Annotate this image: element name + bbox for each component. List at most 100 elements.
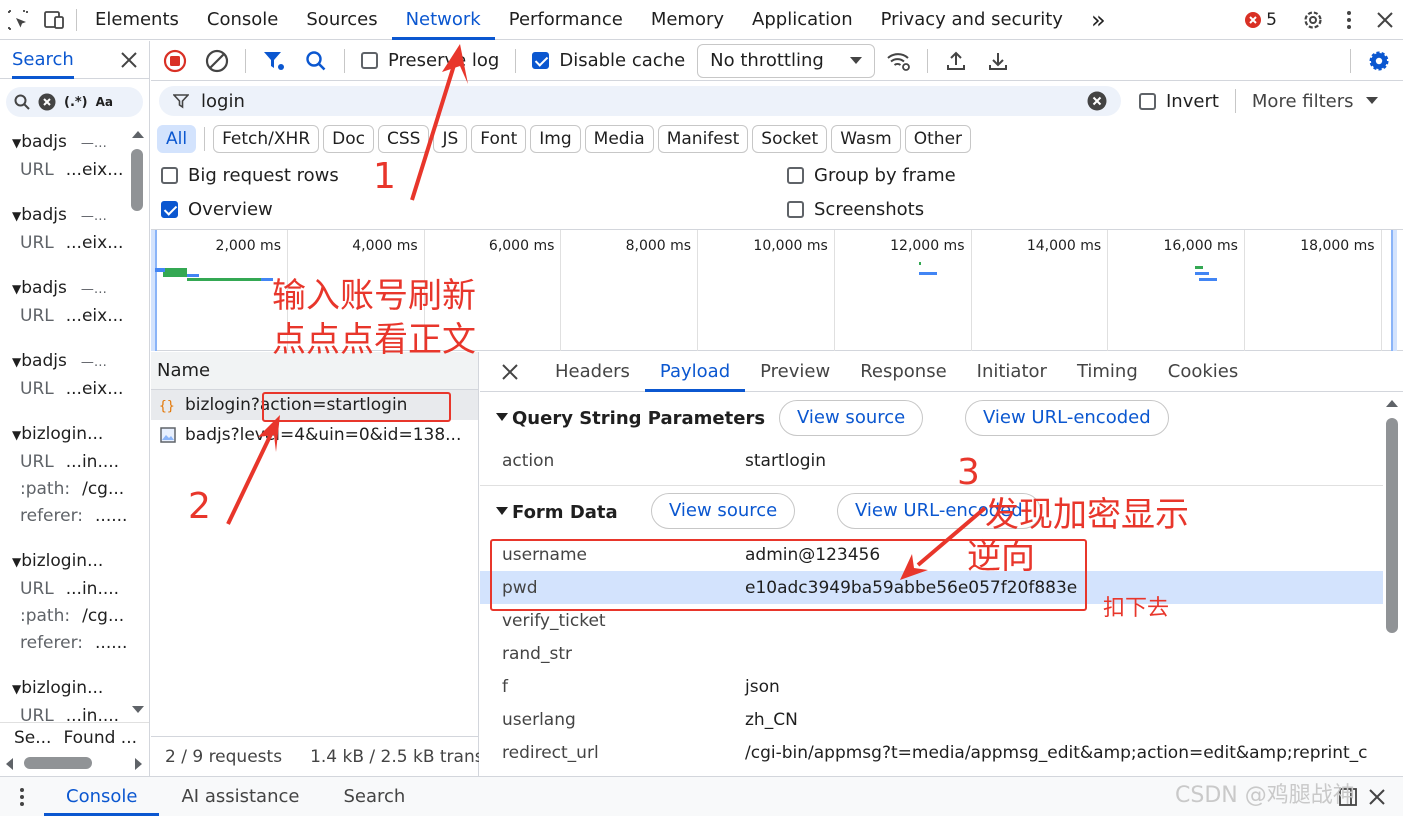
filter-toggle-button[interactable] (256, 43, 292, 79)
drawer-tab-console[interactable]: Console (44, 778, 160, 816)
group-by-frame-checkbox[interactable]: Group by frame (787, 165, 956, 186)
type-filter-css[interactable]: CSS (378, 125, 430, 153)
filter-input[interactable]: login (159, 86, 1121, 116)
type-filter-img[interactable]: Img (530, 125, 581, 153)
overview-checkbox[interactable]: Overview (161, 199, 273, 220)
error-counter[interactable]: 5 (1244, 10, 1277, 30)
search-result-line[interactable]: :path: /cg... (12, 476, 128, 503)
screenshots-checkbox[interactable]: Screenshots (787, 199, 924, 220)
search-result-group[interactable]: ▼bizlogin... URL ...in....:path: /cg... refe… (0, 548, 128, 657)
type-filter-manifest[interactable]: Manifest (657, 125, 749, 153)
search-result-line[interactable]: URL ...in.... (12, 576, 128, 603)
search-input[interactable]: (.*) Aa (6, 87, 143, 117)
search-result-group[interactable]: ▼badjs —… URL ...eix... (0, 275, 128, 330)
search-result-file[interactable]: ▼badjs —… (12, 129, 128, 157)
more-filters-dropdown[interactable]: More filters (1252, 91, 1378, 112)
disable-cache-checkbox[interactable]: Disable cache (526, 50, 691, 71)
detail-tab-cookies[interactable]: Cookies (1153, 352, 1253, 392)
request-row-badjs[interactable]: badjs?level=4&uin=0&id=138... (151, 420, 478, 450)
tab-console[interactable]: Console (193, 0, 292, 40)
big-request-rows-checkbox[interactable]: Big request rows (161, 165, 339, 186)
preserve-log-checkbox[interactable]: Preserve log (355, 50, 505, 71)
drawer-menu-icon[interactable] (0, 787, 44, 807)
form-view-source-button[interactable]: View source (651, 493, 796, 529)
search-result-line[interactable]: URL ...eix... (12, 230, 128, 257)
checkbox[interactable] (1139, 92, 1156, 110)
search-result-line[interactable]: referer:...... (12, 503, 128, 530)
type-filter-all[interactable]: All (157, 125, 197, 153)
type-filter-media[interactable]: Media (584, 125, 654, 153)
search-result-group[interactable]: ▼badjs —… URL ...eix... (0, 129, 128, 184)
search-result-file[interactable]: ▼bizlogin... (12, 421, 128, 449)
network-conditions-button[interactable] (881, 43, 917, 79)
checkbox[interactable] (532, 52, 550, 69)
checkbox[interactable] (787, 201, 804, 218)
inspect-element-icon[interactable] (0, 0, 36, 40)
type-filter-fetchxhr[interactable]: Fetch/XHR (213, 125, 320, 153)
checkbox[interactable] (161, 201, 178, 218)
throttling-select[interactable]: No throttling (697, 43, 876, 78)
query-view-url-encoded-button[interactable]: View URL-encoded (965, 400, 1169, 436)
more-options-icon[interactable] (1331, 0, 1367, 40)
type-filter-font[interactable]: Font (471, 125, 527, 153)
form-param-row[interactable]: rand_str (480, 637, 1383, 670)
tab-performance[interactable]: Performance (495, 0, 637, 40)
search-result-file[interactable]: ▼bizlogin... (12, 548, 128, 576)
tab-network[interactable]: Network (391, 0, 495, 40)
detail-tab-response[interactable]: Response (845, 352, 961, 392)
search-result-line[interactable]: referer:...... (12, 630, 128, 657)
search-button[interactable] (298, 43, 334, 79)
query-view-source-button[interactable]: View source (779, 400, 924, 436)
checkbox[interactable] (161, 167, 178, 184)
search-result-group[interactable]: ▼bizlogin... URL ...in....:path: /cg... refe… (0, 421, 128, 530)
more-tabs-button[interactable]: » (1077, 0, 1120, 40)
tab-memory[interactable]: Memory (637, 0, 738, 40)
search-result-line[interactable]: URL ...in.... (12, 449, 128, 476)
horizontal-scrollbar[interactable] (0, 752, 149, 774)
search-result-file[interactable]: ▼badjs —… (12, 202, 128, 230)
invert-checkbox[interactable]: Invert (1139, 91, 1219, 112)
clear-filter-icon[interactable] (1087, 91, 1107, 111)
search-result-line[interactable]: URL ...eix... (12, 303, 128, 330)
overview-left-handle[interactable] (151, 230, 157, 351)
type-filter-doc[interactable]: Doc (323, 125, 374, 153)
detail-tab-headers[interactable]: Headers (540, 352, 645, 392)
close-detail-button[interactable] (480, 363, 540, 380)
type-filter-other[interactable]: Other (904, 125, 972, 153)
tab-sources[interactable]: Sources (292, 0, 391, 40)
tab-privacy-security[interactable]: Privacy and security (867, 0, 1077, 40)
import-har-button[interactable] (938, 43, 974, 79)
type-filter-js[interactable]: JS (433, 125, 468, 153)
export-har-button[interactable] (980, 43, 1016, 79)
search-result-group[interactable]: ▼badjs —… URL ...eix... (0, 202, 128, 257)
checkbox[interactable] (787, 167, 804, 184)
search-result-group[interactable]: ▼bizlogin... URL ...in.... (0, 675, 128, 729)
search-result-file[interactable]: ▼badjs —… (12, 275, 128, 303)
clear-search-icon[interactable] (38, 93, 56, 111)
search-results-scrollbar[interactable] (128, 129, 148, 719)
tab-application[interactable]: Application (738, 0, 867, 40)
overview-right-handle[interactable] (1391, 230, 1397, 351)
detail-tab-initiator[interactable]: Initiator (962, 352, 1062, 392)
settings-gear-icon[interactable] (1295, 0, 1331, 40)
close-drawer-icon[interactable] (1369, 788, 1403, 805)
detail-tab-preview[interactable]: Preview (745, 352, 845, 392)
checkbox[interactable] (361, 52, 378, 69)
type-filter-wasm[interactable]: Wasm (831, 125, 901, 153)
search-result-line[interactable]: URL ...eix... (12, 376, 128, 403)
query-section-header[interactable]: Query String Parameters View source View… (480, 392, 1403, 444)
match-case-toggle[interactable]: Aa (96, 95, 113, 109)
search-result-line[interactable]: URL ...eix... (12, 157, 128, 184)
tab-elements[interactable]: Elements (81, 0, 193, 40)
drawer-tab-search[interactable]: Search (321, 778, 427, 816)
drawer-tab-ai-assistance[interactable]: AI assistance (159, 778, 321, 816)
form-param-row[interactable]: f json (480, 670, 1383, 703)
detail-tab-timing[interactable]: Timing (1062, 352, 1153, 392)
detail-scrollbar[interactable] (1383, 398, 1401, 776)
form-section-header[interactable]: Form Data View source View URL-encoded (480, 486, 1403, 538)
form-param-row[interactable]: redirect_url/cgi-bin/appmsg?t=media/appm… (480, 736, 1383, 769)
clear-button[interactable] (199, 43, 235, 79)
search-result-file[interactable]: ▼badjs —… (12, 348, 128, 376)
device-toolbar-icon[interactable] (36, 0, 72, 40)
type-filter-socket[interactable]: Socket (752, 125, 828, 153)
